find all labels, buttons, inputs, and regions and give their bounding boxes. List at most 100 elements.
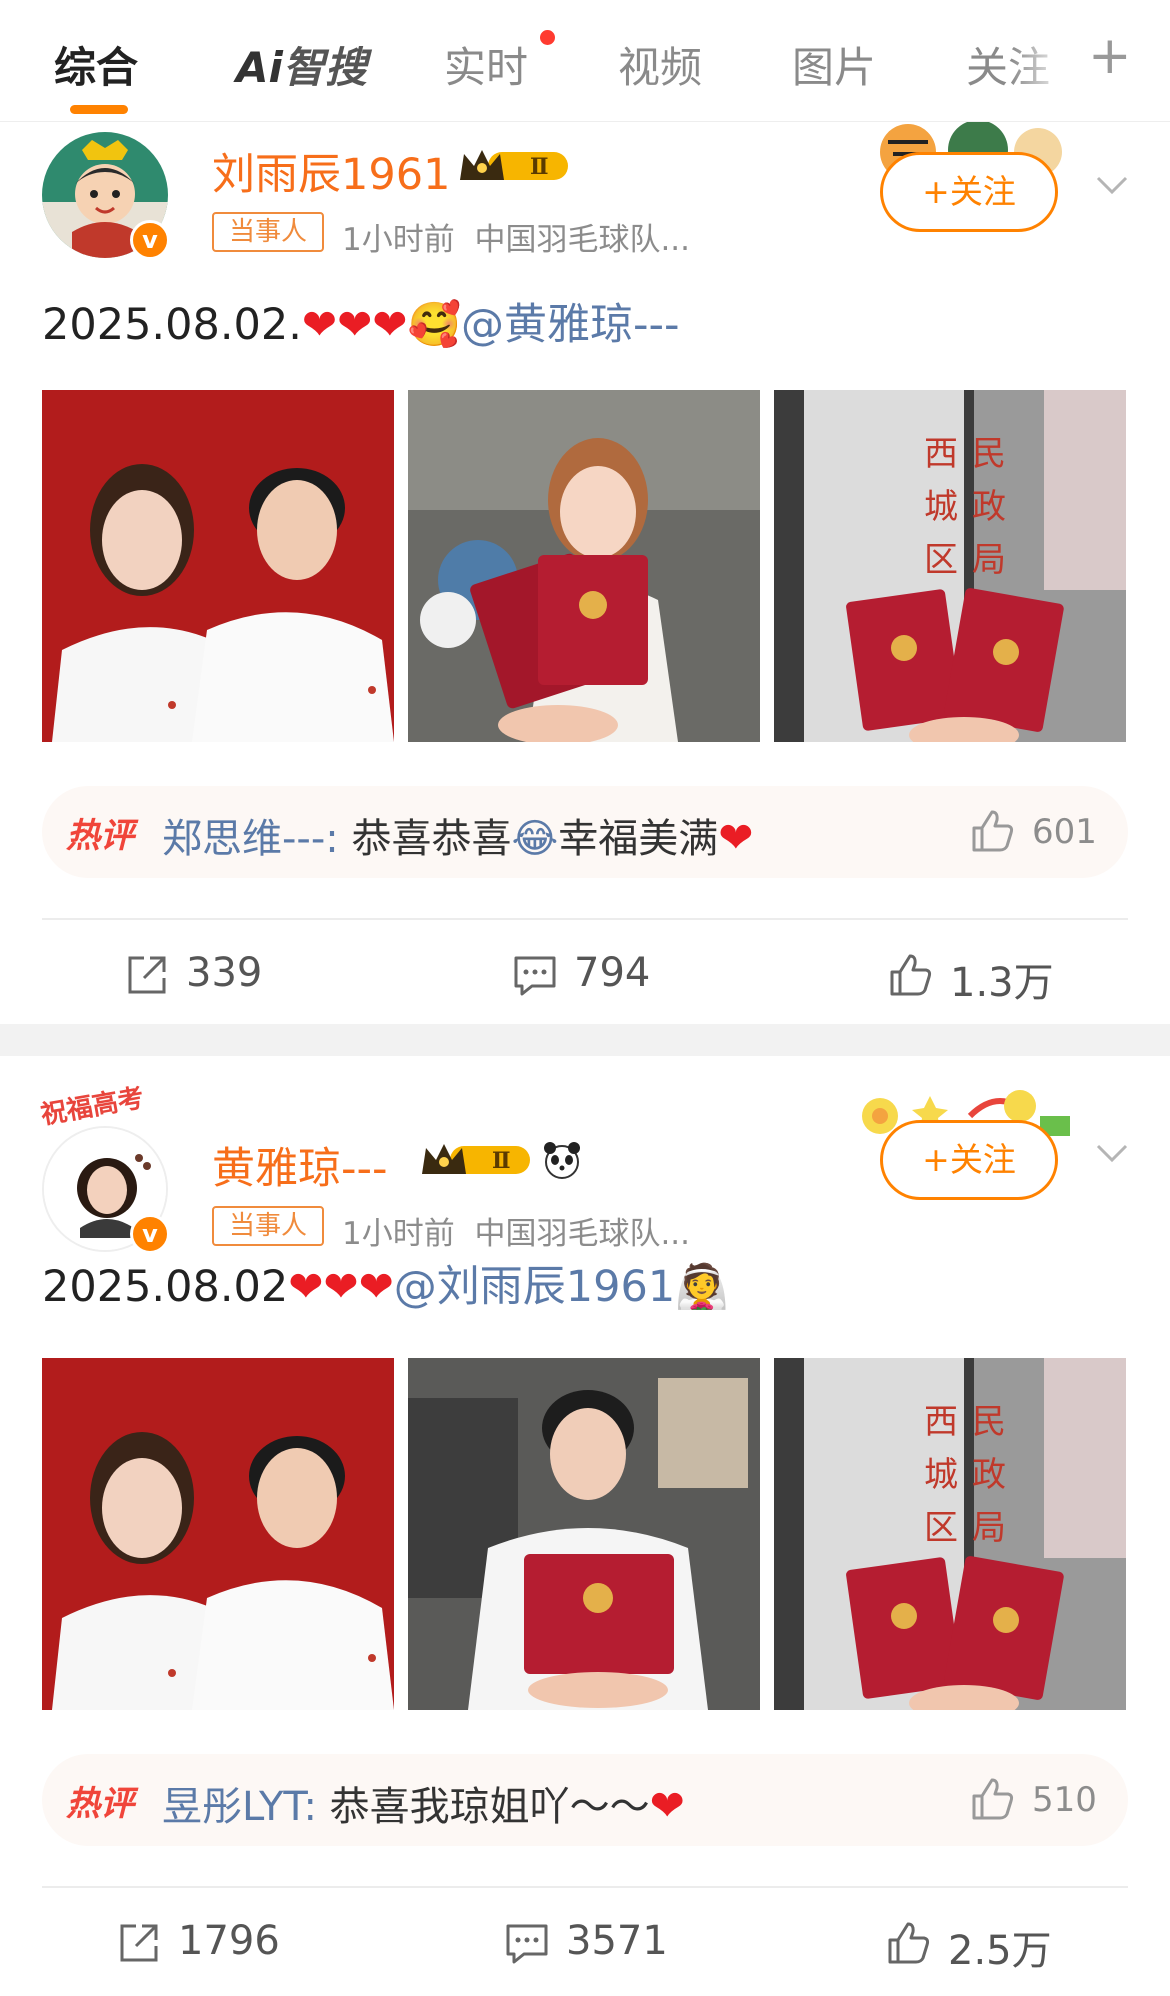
hot-comment-user[interactable]: 昱彤LYT:: [162, 1784, 317, 1830]
post-meta: 1小时前 中国羽毛球队...: [342, 1208, 690, 1253]
hot-comment-tag: 热评: [66, 816, 134, 856]
follow-button[interactable]: +关注: [880, 152, 1058, 232]
couple-portrait-image: [42, 390, 394, 742]
hot-comment-text: 恭喜恭喜: [338, 816, 512, 862]
registry-sign-char: 西: [924, 434, 958, 474]
repost-icon: [128, 956, 166, 994]
post-date-text: 2025.08.02.: [42, 300, 302, 350]
post-body: 2025.08.02.❤❤❤🥰@黄雅琼---: [42, 290, 680, 352]
comment-count: 3571: [566, 1918, 668, 1964]
post-separator: [0, 1024, 1170, 1056]
post-username[interactable]: 刘雨辰1961: [212, 140, 450, 202]
vip-level: Ⅱ: [530, 154, 549, 180]
heart-icon: ❤❤❤: [288, 1262, 394, 1311]
mention-link[interactable]: @刘雨辰1961: [394, 1262, 675, 1312]
like-count: 2.5万: [948, 1928, 1052, 1974]
post-photo-registry[interactable]: 西 民 城 政 区 局: [774, 1358, 1126, 1710]
hot-comment-user[interactable]: 郑思维---:: [162, 816, 339, 862]
emoji-bride-icon: 👰: [675, 1262, 729, 1312]
post-meta: 1小时前 中国羽毛球队...: [342, 214, 690, 259]
follow-button[interactable]: +关注: [880, 1120, 1058, 1200]
post-photo-couple-portrait[interactable]: [42, 390, 394, 742]
plus-icon[interactable]: +: [1088, 30, 1132, 82]
groom-holding-certificate-image: [408, 1358, 760, 1710]
active-tab-indicator: [70, 105, 128, 114]
post-photo-registry[interactable]: 西 民 城 政 区 局: [774, 390, 1126, 742]
registry-sign-char: 城: [924, 487, 958, 527]
post-time: 1小时前: [342, 222, 455, 258]
ai-logo-mark: Ai: [236, 43, 283, 92]
hot-comment-box[interactable]: 热评 郑思维---: 恭喜恭喜😂幸福美满❤ 601: [42, 786, 1128, 878]
thumbs-up-icon[interactable]: [968, 1774, 1018, 1824]
like-count: 1.3万: [950, 960, 1054, 1006]
hot-comment-tag: 热评: [66, 1784, 134, 1824]
hot-comment-content: 昱彤LYT: 恭喜我琼姐吖～～❤: [162, 1774, 685, 1832]
post-time: 1小时前: [342, 1216, 455, 1252]
verified-badge-icon: v: [130, 1214, 170, 1254]
hot-comment-text-2: 幸福美满: [558, 816, 719, 862]
post-card: 祝福高考 v 黄雅琼--- Ⅱ 当事人 1小时前 中国羽毛球队... +关注 2…: [0, 1056, 1170, 1996]
post-body: 2025.08.02❤❤❤@刘雨辰1961👰: [42, 1252, 729, 1314]
panda-icon: [544, 1142, 580, 1179]
comment-icon: [506, 1924, 548, 1964]
post-photo-bride[interactable]: [408, 390, 760, 742]
tab-realtime[interactable]: 实时: [444, 34, 528, 95]
registry-sign-char: 区: [924, 1508, 958, 1548]
chevron-down-icon[interactable]: [1092, 1132, 1132, 1172]
registry-sign-char: 西: [924, 1402, 958, 1442]
registry-sign-char: 政: [972, 1455, 1006, 1495]
couple-portrait-image: [42, 1358, 394, 1710]
hot-comment-like-count: 510: [1032, 1780, 1097, 1820]
emoji-kiss-icon: 🥰: [407, 300, 461, 350]
hot-comment-like-count: 601: [1032, 812, 1097, 852]
tab-video[interactable]: 视频: [618, 34, 702, 95]
role-tag: 当事人: [212, 212, 324, 252]
top-tab-bar: 综合 Ai智搜 实时 视频 图片 关注 +: [0, 0, 1170, 122]
thumbs-up-icon: [888, 1922, 930, 1964]
mention-link[interactable]: @黄雅琼---: [461, 300, 680, 350]
bride-holding-certificate-image: [408, 390, 760, 742]
vip-crown-icon: Ⅱ: [460, 150, 568, 180]
avatar-pendant-label: 祝福高考: [38, 1083, 147, 1131]
thumbs-up-icon[interactable]: [968, 806, 1018, 856]
registry-sign-char: 民: [972, 1402, 1006, 1442]
tab-images[interactable]: 图片: [792, 34, 876, 95]
chevron-down-icon[interactable]: [1092, 164, 1132, 204]
verified-badge-icon: v: [130, 220, 170, 260]
registry-sign-char: 局: [972, 1508, 1006, 1548]
heart-icon: ❤❤❤: [301, 300, 408, 349]
post-date-text: 2025.08.02: [42, 1262, 289, 1312]
registry-sign-char: 区: [924, 540, 958, 580]
comment-icon: [514, 956, 556, 996]
post-username[interactable]: 黄雅琼---: [212, 1134, 388, 1196]
post-card: v 刘雨辰1961 Ⅱ 当事人 1小时前 中国羽毛球队... +关注 2025.…: [0, 122, 1170, 1022]
post-org: 中国羽毛球队...: [474, 1216, 691, 1252]
realtime-notification-dot: [540, 30, 555, 45]
comment-count: 794: [574, 950, 651, 996]
vip-crown-icon: Ⅱ: [422, 1144, 530, 1174]
repost-icon: [120, 1924, 158, 1962]
tab-ai-search[interactable]: Ai智搜: [236, 34, 367, 95]
post-org: 中国羽毛球队...: [474, 222, 691, 258]
certificates-at-registry-image: 西 民 城 政 区 局: [774, 390, 1126, 742]
hot-comment-box[interactable]: 热评 昱彤LYT: 恭喜我琼姐吖～～❤ 510: [42, 1754, 1128, 1846]
vip-level: Ⅱ: [492, 1148, 511, 1174]
repost-count: 1796: [178, 1918, 280, 1964]
post-photo-groom[interactable]: [408, 1358, 760, 1710]
role-tag: 当事人: [212, 1206, 324, 1246]
hot-comment-content: 郑思维---: 恭喜恭喜😂幸福美满❤: [162, 806, 753, 864]
registry-sign-char: 城: [924, 1455, 958, 1495]
registry-sign-char: 局: [972, 540, 1006, 580]
tab-fade-overlay: [1010, 20, 1070, 100]
tab-comprehensive[interactable]: 综合: [54, 34, 138, 95]
registry-sign-char: 民: [972, 434, 1006, 474]
post-photo-couple-portrait[interactable]: [42, 1358, 394, 1710]
ai-tab-label: 智搜: [282, 43, 367, 92]
divider: [42, 918, 1128, 920]
registry-sign-char: 政: [972, 487, 1006, 527]
divider: [42, 1886, 1128, 1888]
heart-icon: ❤: [718, 813, 754, 862]
thumbs-up-icon: [890, 954, 932, 996]
heart-icon: ❤: [649, 1781, 685, 1830]
hot-comment-text: 恭喜我琼姐吖～～: [316, 1784, 650, 1830]
